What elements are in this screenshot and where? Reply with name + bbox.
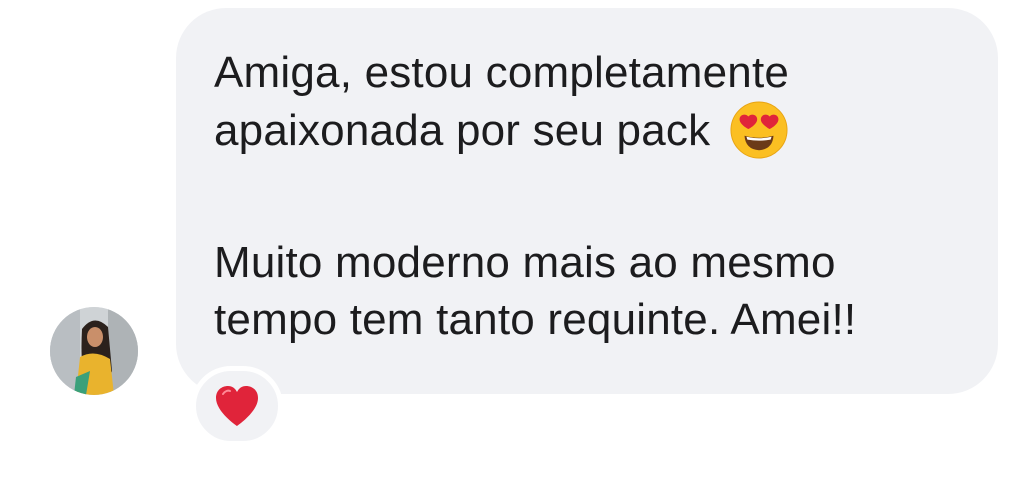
message-line-2: apaixonada por seu pack [214, 101, 978, 159]
message-line-3: Muito moderno mais ao mesmo [214, 234, 978, 291]
message-line-4: tempo tem tanto requinte. Amei!! [214, 291, 978, 348]
message-text-3: Muito moderno mais ao mesmo [214, 238, 836, 287]
heart-eyes-face-icon [730, 101, 788, 159]
message-text-1: Amiga, estou completamente [214, 48, 790, 97]
avatar-photo [50, 307, 138, 395]
chat-thread: Amiga, estou completamente apaixonada po… [0, 0, 1024, 479]
reaction-badge[interactable] [191, 366, 283, 446]
message-bubble[interactable]: Amiga, estou completamente apaixonada po… [176, 8, 998, 394]
message-text-2: apaixonada por seu pack [214, 105, 711, 155]
message-text-4: tempo tem tanto requinte. Amei!! [214, 295, 857, 344]
sender-avatar[interactable] [50, 307, 138, 395]
red-heart-icon [216, 386, 258, 426]
message-line-1: Amiga, estou completamente [214, 44, 978, 101]
